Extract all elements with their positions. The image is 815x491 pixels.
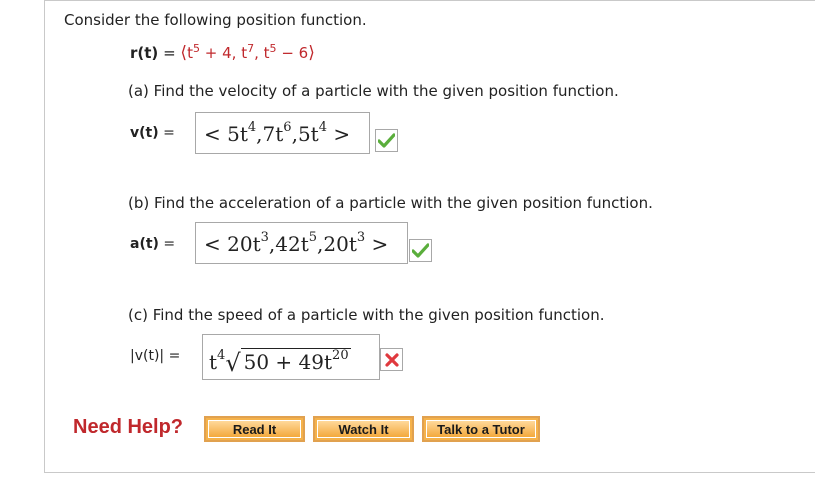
speed-label: |v(t)| =	[130, 348, 180, 364]
speed-label-text: |v(t)|	[130, 348, 165, 364]
velocity-answer-box[interactable]: < 5t4,7t6,5t4 >	[195, 112, 370, 154]
velocity-gt: >	[333, 122, 351, 146]
component-2-exp: 7	[247, 42, 255, 55]
part-b-question: (b) Find the acceleration of a particle …	[128, 194, 653, 212]
talk-to-tutor-button[interactable]: Talk to a Tutor	[422, 416, 540, 442]
speed-answer-box[interactable]: t4√ 50 + 49t20	[202, 334, 380, 380]
velocity-term-2: 7t	[262, 122, 284, 146]
component-1-exp: 5	[192, 42, 200, 55]
velocity-term-3-exp: 4	[318, 120, 327, 135]
part-a-question: (a) Find the velocity of a particle with…	[128, 82, 619, 100]
acceleration-equals: =	[163, 236, 176, 252]
close-bracket: ⟩	[308, 43, 315, 63]
read-it-label: Read It	[208, 420, 301, 438]
velocity-term-1-exp: 4	[247, 120, 257, 135]
check-icon	[409, 239, 432, 262]
acceleration-term-2: 42t	[275, 232, 309, 256]
radicand-main: 50 + 49t	[243, 350, 333, 374]
part-c-question: (c) Find the speed of a particle with th…	[128, 306, 605, 324]
radicand-exp: 20	[332, 348, 349, 363]
acceleration-lt: <	[204, 232, 221, 256]
velocity-term-3: 5t	[297, 122, 319, 146]
acceleration-gt: >	[371, 232, 389, 256]
acceleration-term-3-exp: 3	[356, 230, 366, 245]
velocity-equals: =	[163, 125, 175, 141]
position-label: r(t)	[130, 44, 159, 62]
position-equals: =	[163, 44, 176, 62]
watch-it-label: Watch It	[317, 420, 410, 438]
watch-it-button[interactable]: Watch It	[313, 416, 414, 442]
read-it-button[interactable]: Read It	[204, 416, 305, 442]
cross-icon	[380, 348, 403, 371]
acceleration-answer-box[interactable]: < 20t3,42t5,20t3 >	[195, 222, 408, 264]
speed-prefix-base: t	[209, 350, 218, 374]
acceleration-label: a(t) =	[130, 236, 175, 252]
intro-text: Consider the following position function…	[64, 11, 367, 29]
velocity-lt: <	[204, 122, 221, 146]
acceleration-term-2-exp: 5	[308, 230, 318, 245]
acceleration-label-text: a(t)	[130, 236, 159, 252]
velocity-label: v(t) =	[130, 125, 175, 141]
speed-equals: =	[168, 348, 181, 364]
check-icon	[375, 129, 398, 152]
acceleration-term-1: 20t	[227, 232, 261, 256]
talk-to-tutor-label: Talk to a Tutor	[426, 420, 536, 438]
velocity-label-text: v(t)	[130, 125, 159, 141]
component-3-exp: 5	[269, 42, 277, 55]
acceleration-term-3: 20t	[323, 232, 357, 256]
radical-icon: √	[225, 349, 241, 377]
velocity-term-2-exp: 6	[283, 120, 292, 135]
component-3-base: t	[263, 44, 270, 62]
position-function: r(t) = ⟨t5 + 4, t7, t5 − 6⟩	[130, 42, 315, 63]
radicand: 50 + 49t20	[240, 348, 351, 379]
component-1-rest: + 4	[204, 44, 232, 62]
square-root: √ 50 + 49t20	[225, 335, 351, 388]
component-3-rest: − 6	[281, 44, 309, 62]
need-help-label: Need Help?	[73, 416, 184, 438]
velocity-term-1: 5t	[227, 122, 248, 146]
acceleration-term-1-exp: 3	[260, 230, 269, 245]
